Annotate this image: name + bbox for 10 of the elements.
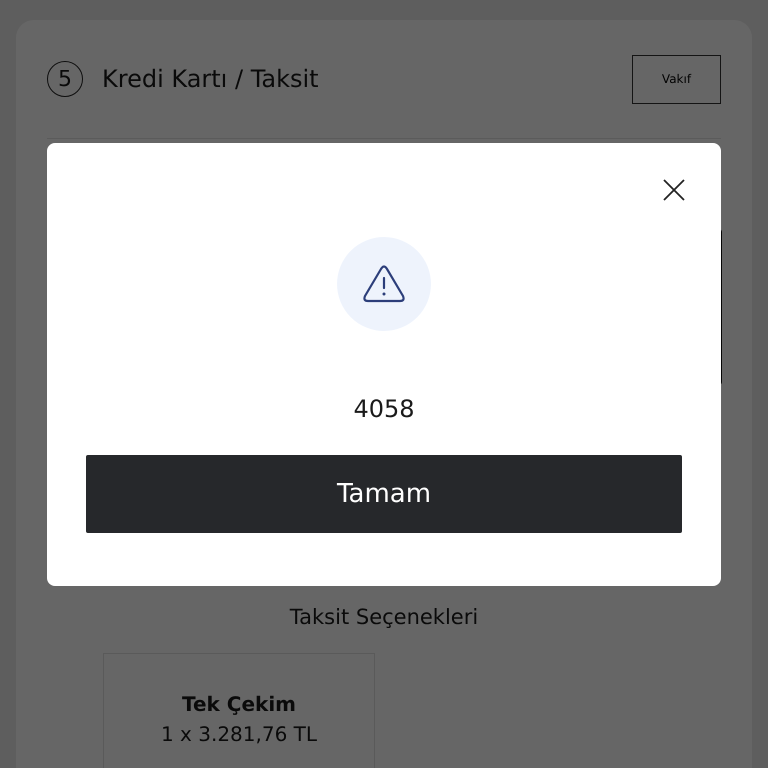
step-number: 5 (47, 61, 83, 97)
close-icon[interactable] (662, 178, 686, 202)
option-amount: 1 x 3.281,76 TL (160, 722, 318, 746)
installments-title: Taksit Seçenekleri (288, 605, 480, 629)
bank-button[interactable]: Vakıf (632, 54, 721, 104)
error-message: 4058 (353, 395, 415, 423)
section-title: Kredi Kartı / Taksit (102, 65, 320, 93)
ok-button[interactable]: Tamam (86, 455, 682, 533)
option-label: Tek Çekim (182, 692, 296, 716)
installment-option[interactable]: Tek Çekim 1 x 3.281,76 TL (103, 653, 375, 768)
